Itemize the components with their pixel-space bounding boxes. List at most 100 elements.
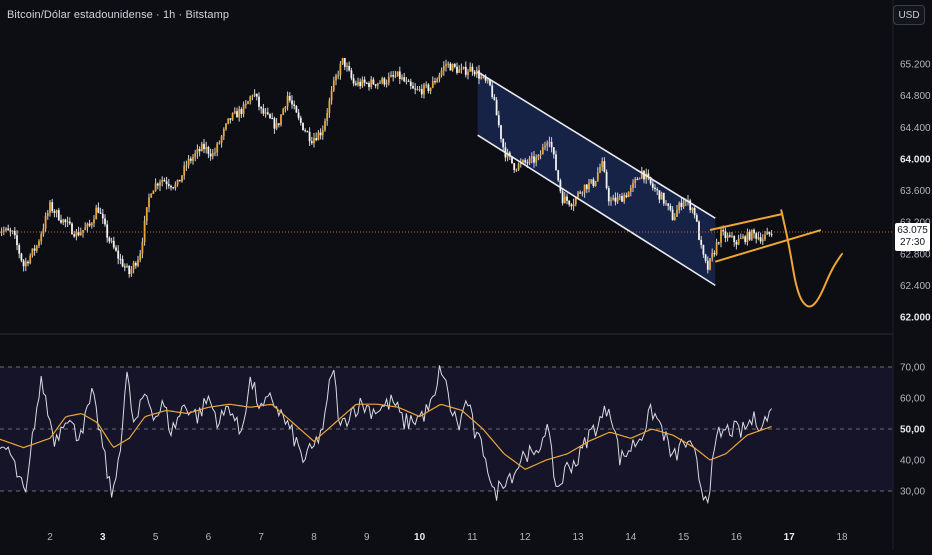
candle-body [395, 76, 397, 77]
candle-body [175, 184, 177, 187]
candle-body [291, 100, 293, 104]
candle-body [439, 75, 441, 79]
candle-body [755, 233, 757, 238]
candle-body [38, 241, 40, 245]
candle-body [729, 235, 731, 236]
candle-body [49, 202, 51, 213]
candle-body [749, 232, 751, 240]
candle-body [454, 64, 456, 67]
candle-body [164, 180, 166, 181]
candle-body [665, 203, 667, 204]
candle-body [463, 67, 465, 69]
candle-body [623, 195, 625, 201]
candle-body [736, 242, 738, 245]
candle-body [549, 142, 551, 144]
candle-body [166, 181, 168, 184]
candle-body [58, 210, 60, 220]
candle-body [588, 183, 590, 189]
candle-body [201, 144, 203, 151]
candle-body [203, 144, 205, 149]
candle-body [267, 112, 269, 114]
candle-body [190, 159, 192, 161]
candle-body [326, 113, 328, 121]
rsi-tick-label: 30,00 [900, 487, 925, 498]
candle-body [551, 142, 553, 147]
candle-body [150, 194, 152, 198]
candle-body [386, 83, 388, 85]
candle-body [747, 232, 749, 242]
candle-body [681, 203, 683, 207]
candle-body [133, 263, 135, 269]
candle-body [199, 149, 201, 151]
candle-body [155, 184, 157, 191]
candle-body [500, 125, 502, 139]
candle-body [225, 124, 227, 129]
candle-body [148, 197, 150, 207]
candle-body [344, 58, 346, 67]
candle-body [115, 247, 117, 250]
candle-body [256, 94, 258, 97]
candle-body [401, 77, 403, 79]
candle-body [661, 193, 663, 200]
chart-area[interactable]: 65.20064.80064.40064.00063.60063.20062.8… [0, 0, 932, 550]
date-tick-label: 16 [731, 532, 743, 543]
candle-body [447, 64, 449, 65]
candle-body [73, 234, 75, 236]
candle-body [342, 58, 344, 64]
price-chart[interactable]: 65.20064.80064.40064.00063.60063.20062.8… [0, 0, 932, 550]
candle-body [238, 109, 240, 117]
candle-body [142, 242, 144, 254]
candle-body [122, 259, 124, 266]
candle-body [480, 77, 482, 79]
candle-body [161, 180, 163, 182]
candle-body [674, 217, 676, 220]
candle-body [604, 161, 606, 172]
candle-body [296, 106, 298, 112]
candle-body [731, 236, 733, 237]
candle-body [667, 203, 669, 205]
candle-body [432, 81, 434, 88]
chart-title: Bitcoin/Dólar estadounidense · 1h · Bits… [7, 9, 229, 21]
candle-body [582, 193, 584, 194]
candle-body [368, 83, 370, 87]
candle-body [87, 224, 89, 228]
candle-body [280, 115, 282, 125]
candle-body [91, 223, 93, 225]
candle-body [212, 153, 214, 156]
currency-button[interactable]: USD [893, 5, 925, 25]
date-tick-label: 17 [784, 532, 796, 543]
candle-body [392, 75, 394, 77]
candle-body [309, 132, 311, 141]
candle-body [766, 232, 768, 235]
candle-body [232, 113, 234, 119]
candle-body [69, 222, 71, 224]
candle-body [36, 246, 38, 251]
candle-body [542, 147, 544, 154]
candle-body [434, 81, 436, 82]
candle-body [384, 78, 386, 84]
candle-body [271, 118, 273, 119]
candle-body [95, 208, 97, 220]
candle-body [359, 82, 361, 86]
candle-body [324, 121, 326, 130]
candle-body [93, 219, 95, 223]
candle-body [573, 204, 575, 206]
candle-body [524, 160, 526, 162]
candle-body [318, 132, 320, 140]
candle-body [423, 85, 425, 95]
candle-body [619, 196, 621, 197]
candle-body [181, 176, 183, 182]
date-tick-label: 9 [364, 532, 370, 543]
candle-body [390, 75, 392, 77]
candle-body [117, 251, 119, 259]
candle-body [544, 146, 546, 147]
candle-body [183, 166, 185, 176]
candle-body [379, 83, 381, 84]
candle-body [634, 179, 636, 183]
price-tick-label: 64.000 [900, 154, 931, 165]
candle-body [388, 77, 390, 83]
date-tick-label: 7 [258, 532, 264, 543]
candle-body [27, 262, 29, 263]
candle-body [111, 241, 113, 242]
candle-body [516, 170, 518, 171]
